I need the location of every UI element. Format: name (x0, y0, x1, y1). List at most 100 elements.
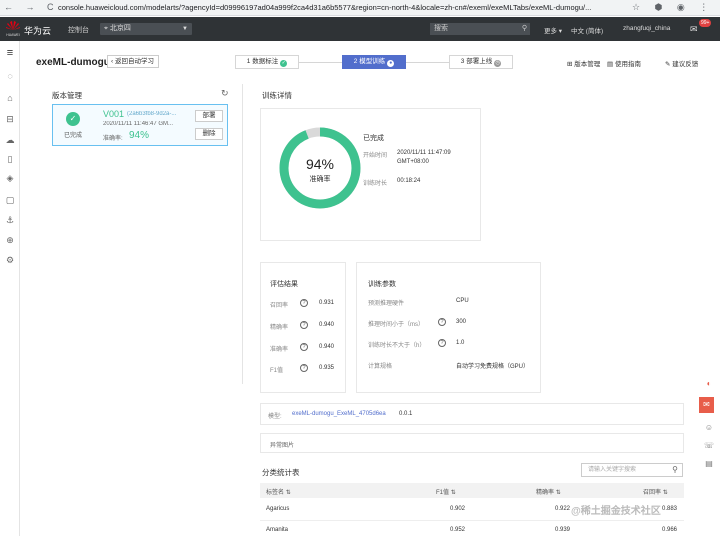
language-select[interactable]: 中文 (简体) (571, 25, 603, 35)
region-value: 北京四 (109, 25, 131, 32)
evaluation-title: 评估结果 (270, 281, 298, 288)
version-panel-title: 版本管理 (52, 91, 82, 100)
notebook-icon[interactable]: ▯ (4, 153, 16, 165)
step-connector (406, 62, 449, 63)
auto-learning-icon[interactable]: ⌂ (4, 92, 16, 104)
refresh-icon[interactable]: ↻ (221, 88, 229, 99)
step-data-labeling[interactable]: 1 数据标注 ✓ (235, 55, 299, 69)
more-menu[interactable]: 更多 ▾ (544, 25, 562, 35)
deploy-button[interactable]: 部署 (195, 110, 223, 122)
console-link[interactable]: 控制台 (68, 25, 89, 35)
version-accuracy: 94% (129, 130, 150, 141)
service-icon[interactable]: ☺ (703, 422, 715, 434)
browser-toolbar: ← → C console.huaweicloud.com/modelarts/… (0, 0, 720, 16)
brand-name[interactable]: 华为云 (24, 24, 51, 37)
mail-count-badge: 99+ (699, 19, 712, 27)
table-cell-f1: 0.902 (450, 506, 466, 512)
model-version: 0.0.1 (399, 411, 413, 417)
version-time: 2020/11/11 11:46:47 GM... (103, 121, 174, 127)
sort-icon: ⇅ (450, 490, 456, 496)
start-time-zone: GMT+08:00 (397, 159, 429, 165)
cloud-icon[interactable]: ☁ (4, 134, 16, 146)
sort-icon: ⇅ (662, 490, 668, 496)
help-icon[interactable]: ? (300, 343, 308, 351)
user-menu[interactable]: zhangfuqi_china (623, 25, 670, 32)
chevron-down-icon: ▼ (182, 26, 188, 32)
duration-label: 训练时长 (363, 181, 388, 187)
logo-text: HUAWEI (6, 33, 19, 37)
global-search-input[interactable]: 搜索 ⚲ (430, 23, 530, 35)
feedback-link[interactable]: ✎ 建议反馈 (665, 58, 698, 68)
delete-button[interactable]: 删除 (195, 128, 223, 140)
sort-icon: ⇅ (555, 490, 561, 496)
training-status: 已完成 (363, 135, 384, 142)
help-icon[interactable]: ? (438, 339, 446, 347)
version-management-link[interactable]: ⊞ 版本管理 (567, 58, 600, 68)
sort-icon: ⇅ (285, 490, 291, 496)
abnormal-images-label: 异常图片 (270, 443, 295, 449)
start-time-label: 开始时间 (363, 153, 388, 159)
table-cell-precision: 0.939 (555, 527, 571, 533)
mail-icon[interactable]: ✉ (690, 24, 698, 35)
param-value-compute-spec: 自动学习免费规格（GPU） (456, 364, 530, 370)
param-value-train-duration: 1.0 (456, 340, 465, 346)
browser-extension-icons[interactable]: ☆ ⬢ ◉ ⋮ (632, 2, 714, 13)
address-bar[interactable]: console.huaweicloud.com/modelarts/?agenc… (58, 2, 618, 14)
left-sidebar: ≡ ◌ ⌂ ⊟ ☁ ▯ ◈ ▢ ⚓ ⊕ ⚙ (0, 41, 20, 536)
step-deploy[interactable]: 3 部署上线 ◷ (449, 55, 513, 69)
eval-value-precision: 0.940 (319, 322, 335, 328)
model-name-link[interactable]: exeML-dumogu_ExeML_4705d6ea (292, 411, 386, 417)
check-circle-icon: ✓ (66, 112, 80, 126)
deploy-icon[interactable]: ⚓ (4, 214, 16, 226)
table-cell-label: Agaricus (266, 506, 290, 512)
eval-label-f1: F1值 (270, 368, 284, 374)
top-navigation-bar: HUAWEI 华为云 控制台 ⌖ 北京四 ▼ 搜索 ⚲ 更多 ▾ 中文 (简体)… (0, 17, 720, 41)
eval-value-f1: 0.935 (319, 365, 335, 371)
help-icon[interactable]: ? (438, 318, 446, 326)
eval-value-recall: 0.931 (319, 300, 335, 306)
stats-search-input[interactable]: 请输入关键字搜索 ⚲ (581, 463, 683, 477)
huawei-logo-icon[interactable]: HUAWEI (4, 19, 22, 39)
column-header-precision[interactable]: 精确率 ⇅ (536, 487, 561, 496)
column-header-recall[interactable]: 召回率 ⇅ (643, 487, 668, 496)
column-header-f1[interactable]: F1值 ⇅ (436, 487, 456, 496)
chat-icon[interactable]: ◐ (703, 378, 715, 390)
help-icon[interactable]: ? (300, 364, 308, 372)
right-float-toolbar: ◐ ☺ ☏ ▤ (698, 378, 720, 473)
feedback-float-icon[interactable]: ✉ (699, 397, 714, 413)
column-header-label[interactable]: 标签名 ⇅ (266, 487, 291, 496)
training-details-title: 训练详情 (262, 91, 292, 100)
browser-nav-buttons[interactable]: ← → C (4, 2, 59, 12)
overview-icon[interactable]: ◌ (4, 70, 16, 82)
param-label-train-duration: 训练时长不大于（h） (368, 343, 426, 349)
step-model-training[interactable]: 2 模型训练 ● (342, 55, 406, 69)
user-guide-link[interactable]: ▤ 使用指南 (607, 58, 641, 68)
row-divider (260, 520, 684, 521)
table-cell-recall: 0.966 (662, 527, 678, 533)
search-placeholder: 搜索 (434, 25, 448, 32)
model-icon[interactable]: ▢ (4, 194, 16, 206)
version-number: V001 (103, 109, 125, 119)
version-status: 已完成 (64, 133, 83, 139)
data-management-icon[interactable]: ⊟ (4, 113, 16, 125)
table-cell-recall: 0.883 (662, 506, 678, 512)
region-select[interactable]: ⌖ 北京四 ▼ (100, 23, 192, 35)
help-icon[interactable]: ? (300, 299, 308, 307)
param-label-hardware: 预测推理硬件 (368, 301, 405, 307)
watermark: @稀土掘金技术社区 (571, 506, 661, 517)
step-connector (299, 62, 342, 63)
phone-icon[interactable]: ☏ (703, 440, 715, 452)
model-label: 模型: (268, 414, 282, 420)
accuracy-donut-chart: 94% 准确率 (279, 127, 361, 209)
settings-icon[interactable]: ⚙ (4, 254, 16, 266)
back-button[interactable]: ‹ 返回自动学习 (107, 55, 159, 68)
version-id: (2a6b3fb8-9d2a-... (127, 111, 177, 117)
market-icon[interactable]: ⊕ (4, 234, 16, 246)
help-icon[interactable]: ? (300, 321, 308, 329)
abnormal-images-row[interactable] (260, 433, 684, 453)
version-accuracy-label: 准确率: (103, 136, 123, 142)
algorithm-icon[interactable]: ◈ (4, 172, 16, 184)
document-icon[interactable]: ▤ (703, 458, 715, 470)
menu-icon[interactable]: ≡ (4, 47, 16, 59)
eval-label-recall: 召回率 (270, 303, 289, 309)
